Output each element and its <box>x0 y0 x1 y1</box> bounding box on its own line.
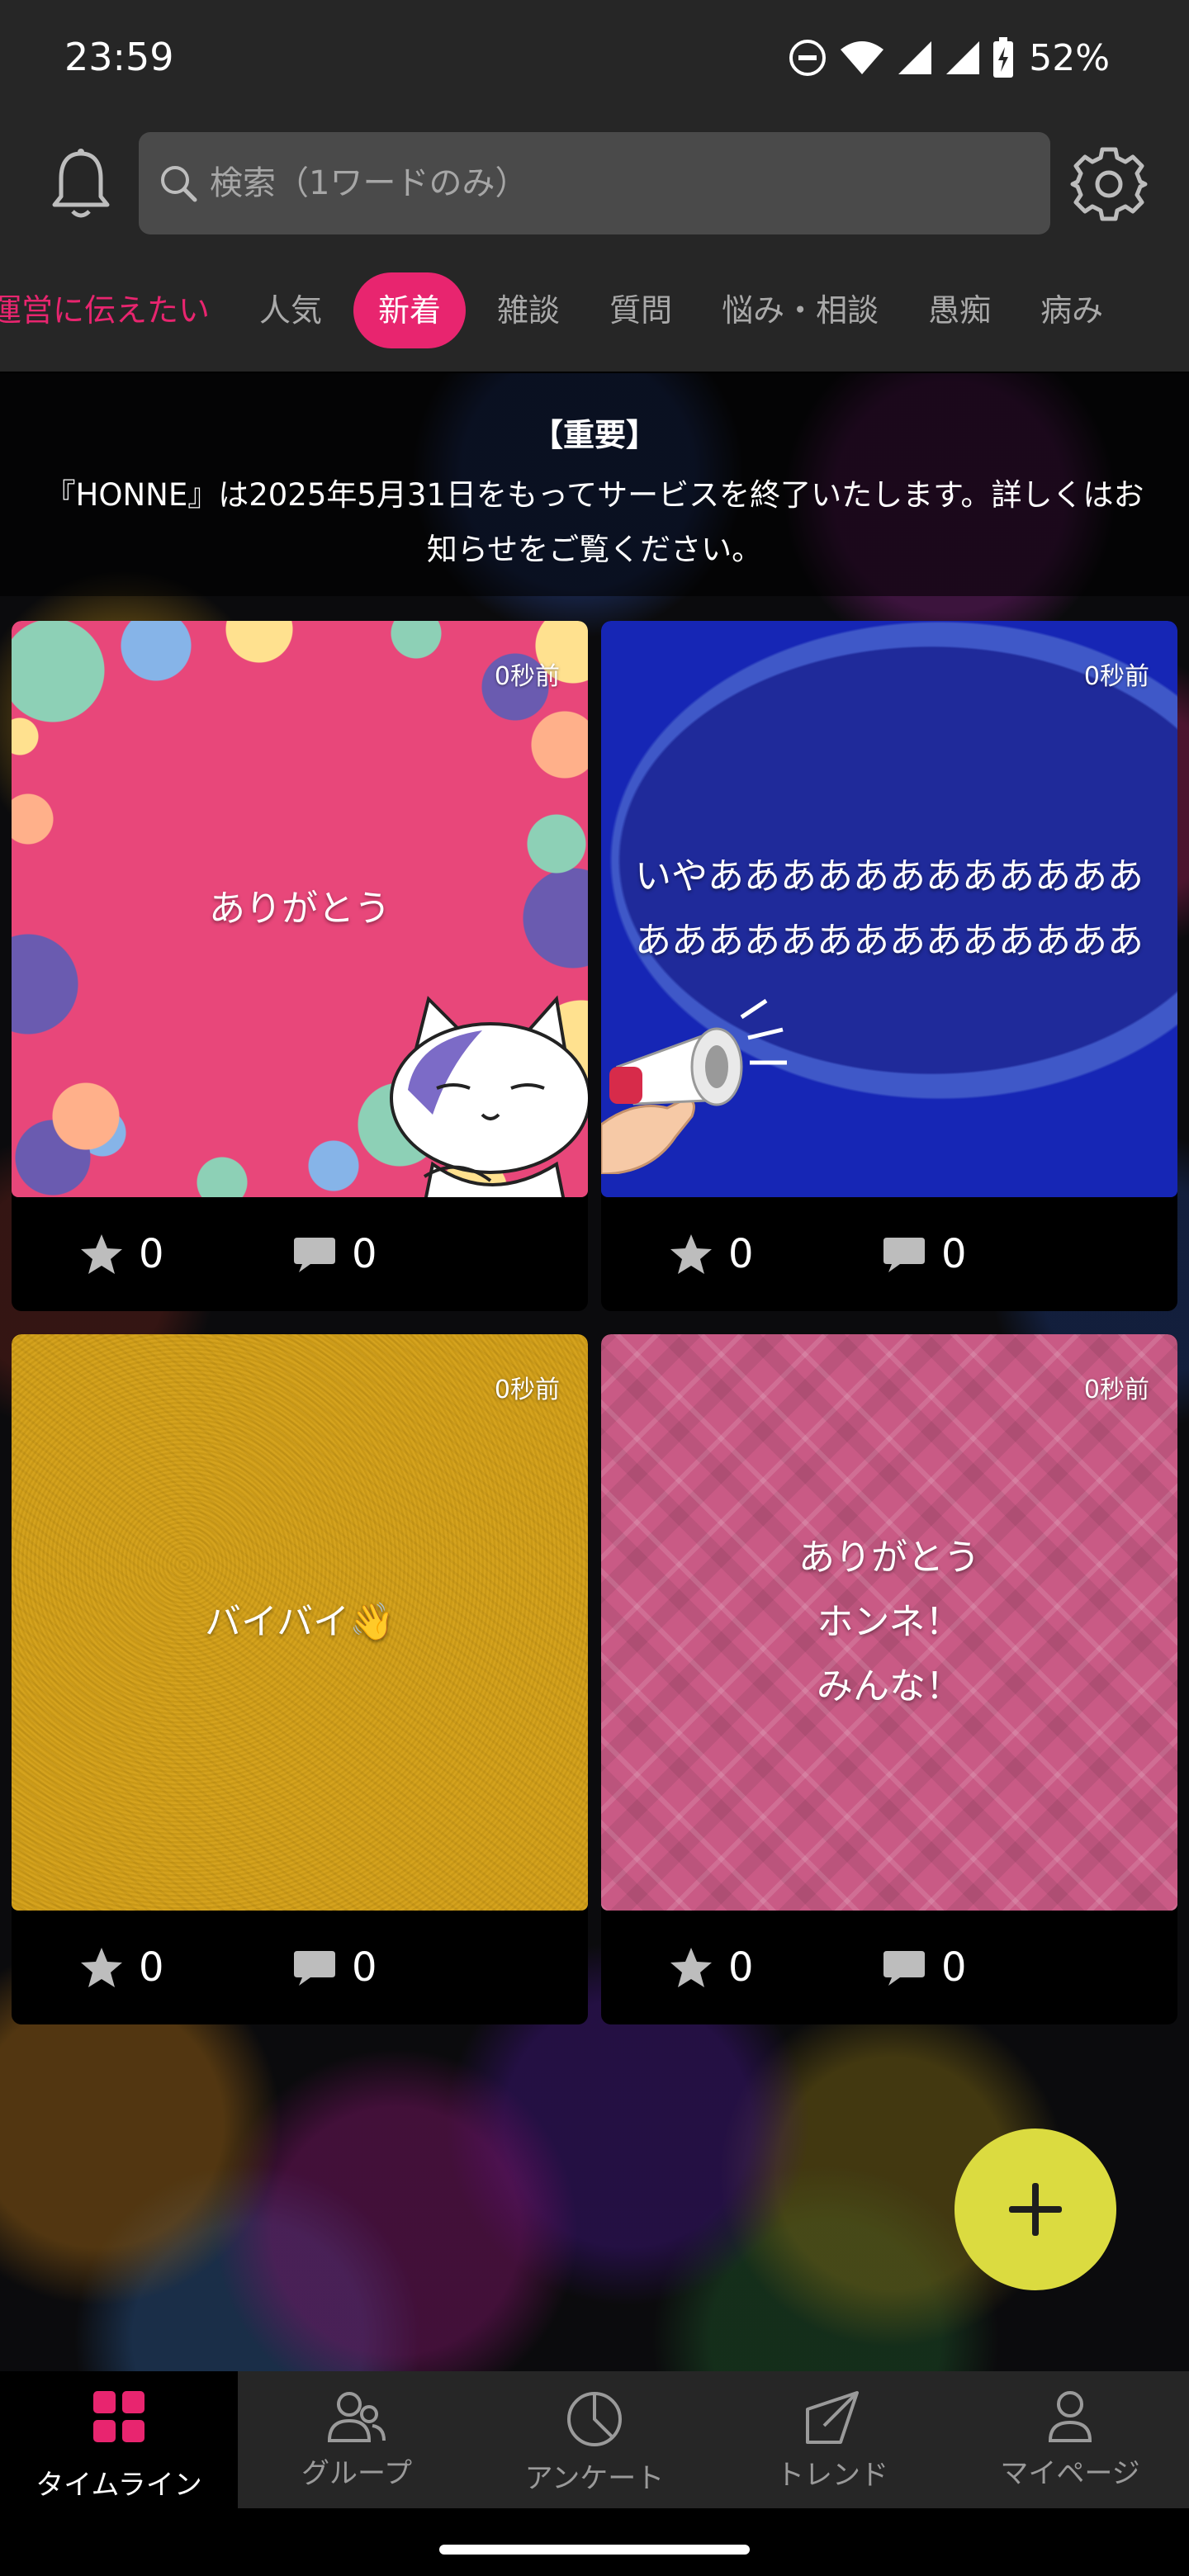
post-background-image: 0秒前 ありがとう ホンネ！ みんな！ <box>601 1334 1177 1911</box>
group-icon <box>328 2392 386 2442</box>
notice-body: 『HONNE』は2025年5月31日をもってサービスを終了いたします。詳しくはお… <box>45 477 1144 567</box>
new-post-button[interactable] <box>955 2129 1116 2290</box>
search-icon <box>161 166 197 202</box>
star-count-value: 0 <box>728 1944 754 1991</box>
comment-count-value: 0 <box>941 1231 967 1277</box>
category-tabs: 運営に伝えたい 人気 新着 雑談 質問 悩み・相談 愚痴 病み <box>0 269 1189 352</box>
nav-label: アンケート <box>524 2462 665 2495</box>
star-count-value: 0 <box>139 1231 164 1277</box>
post-text: ありがとう ホンネ！ みんな！ <box>798 1537 980 1707</box>
post-card[interactable]: 0秒前 バイバイ👋 0 0 <box>12 1334 588 2024</box>
post-text: ありがとう <box>209 888 391 930</box>
comment-count-value: 0 <box>352 1944 377 1991</box>
star-icon <box>670 1234 712 1274</box>
post-text: いやああああああああああああああああああああああああああ <box>635 855 1144 962</box>
plus-icon <box>1009 2183 1062 2236</box>
comment-count-value: 0 <box>941 1944 967 1991</box>
signal-icon-2 <box>946 41 980 74</box>
comment-icon <box>883 1951 925 1986</box>
post-footer: 0 0 <box>12 1911 588 2024</box>
post-card[interactable]: 0秒前 いやああああああああああああああああああああああああああ 0 0 <box>601 621 1177 1311</box>
nav-group[interactable]: グループ <box>238 2371 476 2508</box>
comment-count-value: 0 <box>352 1231 377 1277</box>
post-text: バイバイ👋 <box>205 1601 395 1643</box>
bell-icon[interactable] <box>48 147 114 221</box>
tab-feedback[interactable]: 運営に伝えたい <box>0 272 234 348</box>
signal-icon <box>898 41 932 74</box>
star-count[interactable]: 0 <box>79 1944 164 1991</box>
nav-label: マイページ <box>1000 2457 1140 2490</box>
status-icons: 52% <box>788 33 1110 83</box>
comment-count[interactable]: 0 <box>882 1944 967 1991</box>
post-background-image: 0秒前 いやああああああああああああああああああああああああああ <box>601 621 1177 1197</box>
star-icon <box>81 1234 122 1274</box>
star-count[interactable]: 0 <box>79 1231 164 1277</box>
tab-worries[interactable]: 悩み・相談 <box>697 272 903 348</box>
tab-complaints[interactable]: 愚痴 <box>903 272 1016 348</box>
notice-title: 【重要】 <box>531 417 657 453</box>
bottom-navigation: タイムライン グループ アンケート トレンド マイページ <box>0 2371 1189 2576</box>
star-count[interactable]: 0 <box>669 1231 754 1277</box>
tab-chat[interactable]: 雑談 <box>472 272 585 348</box>
search-bar[interactable] <box>139 132 1050 234</box>
star-count-value: 0 <box>139 1944 164 1991</box>
nav-survey[interactable]: アンケート <box>476 2371 713 2508</box>
top-toolbar: 運営に伝えたい 人気 新着 雑談 質問 悩み・相談 愚痴 病み <box>0 116 1189 372</box>
post-card[interactable]: 0秒前 ありがとう 0 0 <box>12 621 588 1311</box>
gear-icon[interactable] <box>1070 145 1148 223</box>
tab-popular[interactable]: 人気 <box>234 272 347 348</box>
star-icon <box>81 1948 122 1987</box>
post-footer: 0 0 <box>601 1911 1177 2024</box>
comment-count[interactable]: 0 <box>882 1231 967 1277</box>
battery-percent: 52% <box>1029 36 1110 79</box>
search-input[interactable] <box>210 164 1050 202</box>
tab-sick[interactable]: 病み <box>1016 272 1128 348</box>
nav-label: タイムライン <box>36 2469 202 2502</box>
battery-charging-icon <box>993 37 1014 78</box>
tab-question[interactable]: 質問 <box>585 272 697 348</box>
trend-arrow-icon <box>806 2391 859 2444</box>
post-background-image: 0秒前 ありがとう <box>12 621 588 1197</box>
star-count[interactable]: 0 <box>669 1944 754 1991</box>
pie-chart-icon <box>567 2392 622 2446</box>
tab-new[interactable]: 新着 <box>353 272 467 348</box>
status-time: 23:59 <box>64 35 174 79</box>
person-icon <box>1048 2391 1092 2442</box>
post-footer: 0 0 <box>601 1197 1177 1311</box>
star-count-value: 0 <box>728 1231 754 1277</box>
star-icon <box>670 1948 712 1987</box>
wifi-icon <box>841 41 884 74</box>
comment-icon <box>294 1238 335 1272</box>
post-card[interactable]: 0秒前 ありがとう ホンネ！ みんな！ 0 0 <box>601 1334 1177 2024</box>
status-bar: 23:59 52% <box>0 0 1189 116</box>
post-background-image: 0秒前 バイバイ👋 <box>12 1334 588 1911</box>
gesture-area <box>0 2508 1189 2576</box>
app-root: 23:59 52% 検索（1ワードのみ） 運営に伝えたい 人気 新着 雑談 質問… <box>0 0 1189 2576</box>
nav-timeline[interactable]: タイムライン <box>0 2371 238 2508</box>
comment-count[interactable]: 0 <box>292 1231 377 1277</box>
comment-count[interactable]: 0 <box>292 1944 377 1991</box>
nav-label: グループ <box>301 2457 412 2490</box>
post-footer: 0 0 <box>12 1197 588 1311</box>
service-notice[interactable]: 【重要】 『HONNE』は2025年5月31日をもってサービスを終了いたします。… <box>0 373 1189 596</box>
nav-label: トレンド <box>776 2459 888 2492</box>
comment-icon <box>294 1951 335 1986</box>
do-not-disturb-icon <box>789 40 827 76</box>
nav-trend[interactable]: トレンド <box>713 2371 951 2508</box>
home-indicator[interactable] <box>439 2545 750 2555</box>
nav-mypage[interactable]: マイページ <box>951 2371 1189 2508</box>
comment-icon <box>883 1238 925 1272</box>
grid-icon <box>93 2391 144 2442</box>
